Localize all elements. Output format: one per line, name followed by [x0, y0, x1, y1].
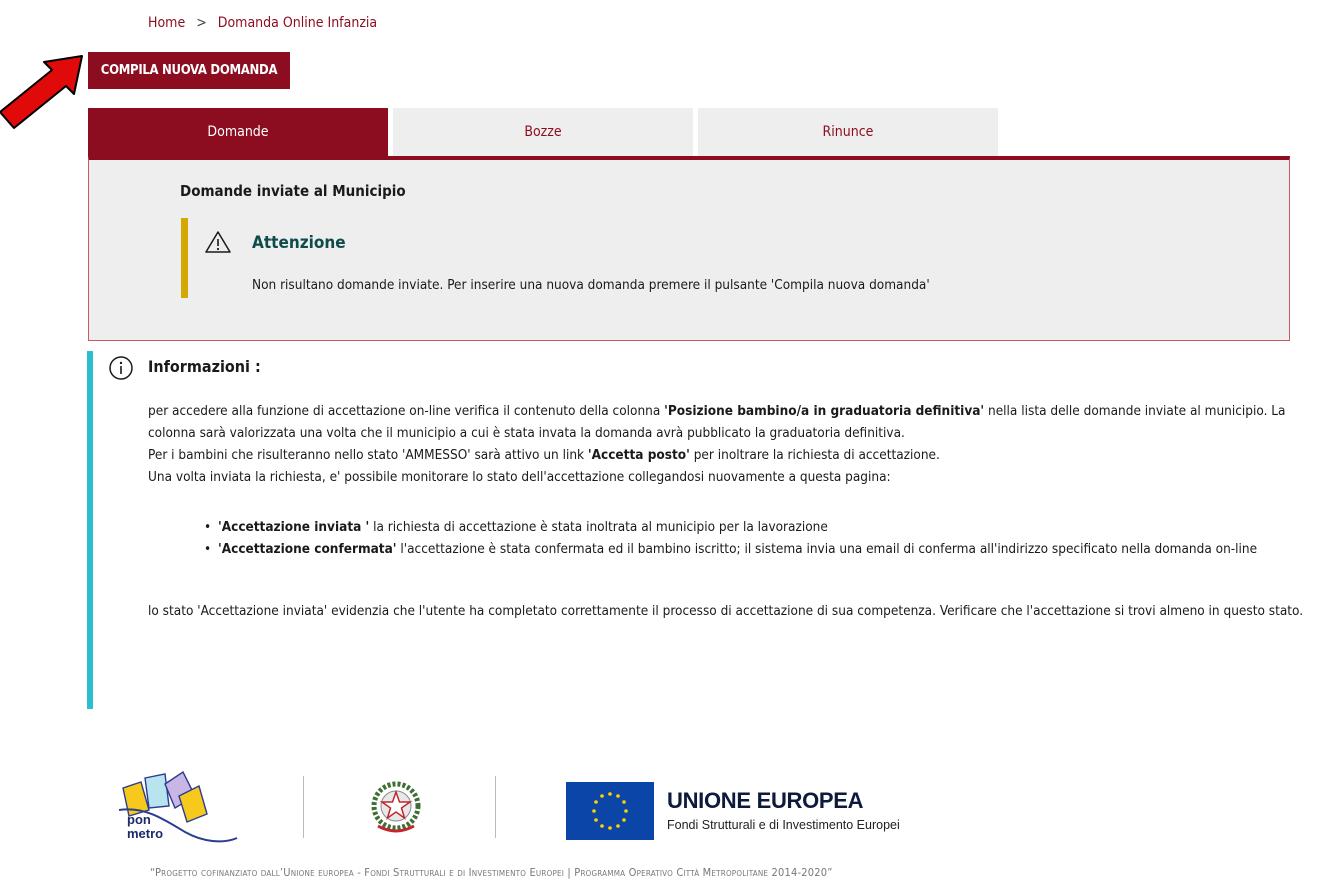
info-accent-bar — [87, 351, 93, 709]
red-arrow-annotation — [0, 55, 83, 129]
svg-text:pon: pon — [127, 812, 151, 827]
list-item: 'Accettazione confermata' l'accettazione… — [204, 538, 1308, 560]
panel-title: Domande inviate al Municipio — [180, 182, 406, 200]
eu-title: UNIONE EUROPEA — [667, 788, 864, 813]
tab-domande[interactable]: Domande — [88, 108, 388, 156]
warning-icon — [205, 231, 231, 253]
tab-rinunce[interactable]: Rinunce — [698, 108, 998, 156]
status-list: 'Accettazione inviata ' la richiesta di … — [204, 516, 1308, 560]
info-paragraph-1: per accedere alla funzione di accettazio… — [148, 403, 1286, 441]
info-paragraph-2: Per i bambini che risulteranno nello sta… — [148, 447, 940, 463]
svg-text:metro: metro — [127, 826, 163, 841]
info-body: per accedere alla funzione di accettazio… — [148, 400, 1308, 622]
warning-accent-bar — [181, 218, 188, 298]
pon-metro-logo: pon metro — [118, 770, 238, 843]
info-paragraph-3: Una volta inviata la richiesta, e' possi… — [148, 469, 891, 485]
footer-divider — [495, 776, 496, 838]
footer-caption: “Progetto cofinanziato dall’Unione europ… — [150, 866, 833, 879]
compila-nuova-domanda-button[interactable]: COMPILA NUOVA DOMANDA — [88, 52, 290, 89]
italian-republic-emblem — [371, 781, 421, 833]
eu-flag-icon — [566, 782, 654, 840]
breadcrumb: Home > Domanda Online Infanzia — [148, 15, 384, 31]
footer-divider — [303, 776, 304, 838]
eu-subtitle: Fondi Strutturali e di Investimento Euro… — [667, 818, 900, 832]
warning-text: Non risultano domande inviate. Per inser… — [252, 277, 930, 293]
info-icon — [109, 356, 133, 380]
list-item: 'Accettazione inviata ' la richiesta di … — [204, 516, 1308, 538]
warning-title: Attenzione — [252, 233, 346, 253]
info-title: Informazioni : — [148, 357, 261, 376]
breadcrumb-current[interactable]: Domanda Online Infanzia — [218, 15, 377, 31]
tab-bozze[interactable]: Bozze — [393, 108, 693, 156]
domande-panel: Domande inviate al Municipio Attenzione … — [88, 156, 1290, 341]
breadcrumb-separator: > — [196, 15, 207, 31]
tab-bar: Domande Bozze Rinunce — [88, 108, 1003, 156]
info-closing-paragraph: lo stato 'Accettazione inviata' evidenzi… — [148, 603, 1304, 619]
breadcrumb-home-link[interactable]: Home — [148, 15, 185, 31]
